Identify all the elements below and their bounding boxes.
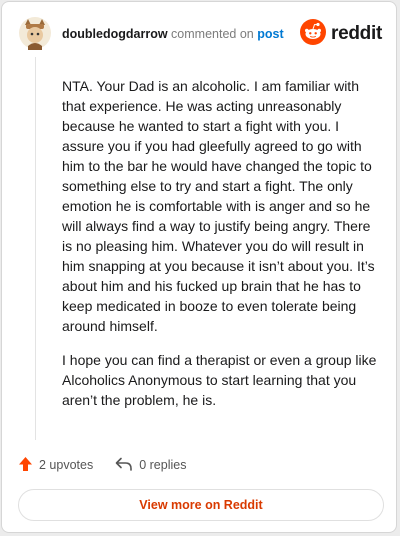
view-more-button[interactable]: View more on Reddit bbox=[18, 489, 384, 521]
reddit-logo-text: reddit bbox=[331, 23, 382, 44]
reddit-logo-icon bbox=[300, 18, 327, 50]
username-link[interactable]: doubledogdarrow bbox=[62, 27, 168, 41]
upvote-button[interactable]: 2 upvotes bbox=[18, 456, 93, 475]
post-link[interactable]: post bbox=[257, 27, 283, 41]
reddit-logo[interactable]: reddit bbox=[300, 18, 382, 50]
comment-paragraph: I hope you can find a therapist or even … bbox=[62, 352, 377, 408]
comment-meta: doubledogdarrow commented on post bbox=[62, 27, 284, 41]
embedded-comment-card: doubledogdarrow commented on post reddit bbox=[1, 1, 397, 533]
reply-button[interactable]: 0 replies bbox=[115, 457, 186, 474]
commented-on-label: commented on bbox=[171, 27, 254, 41]
comment-paragraph: NTA. Your Dad is an alcoholic. I am fami… bbox=[62, 78, 375, 334]
comment-actions: 2 upvotes 0 replies bbox=[18, 454, 186, 476]
reply-count: 0 replies bbox=[139, 458, 187, 472]
thread-line bbox=[35, 57, 36, 440]
upvote-arrow-icon bbox=[18, 456, 39, 475]
upvote-count: 2 upvotes bbox=[39, 458, 94, 472]
comment-body: NTA. Your Dad is an alcoholic. I am fami… bbox=[62, 76, 378, 424]
comment-header: doubledogdarrow commented on post reddit bbox=[18, 16, 382, 52]
reply-arrow-icon bbox=[115, 457, 139, 474]
avatar-icon[interactable] bbox=[18, 16, 52, 50]
